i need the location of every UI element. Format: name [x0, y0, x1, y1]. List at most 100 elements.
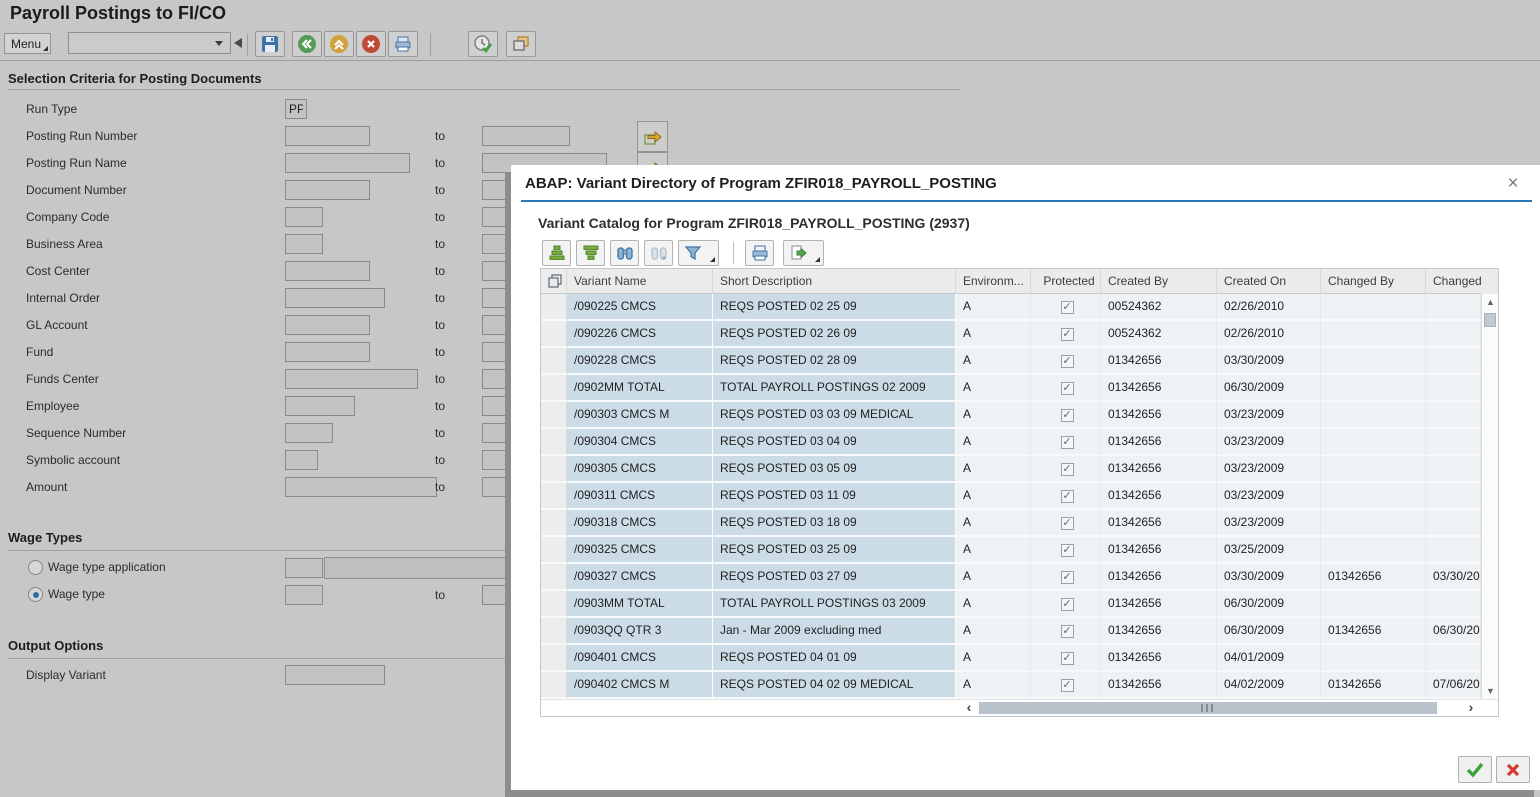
dialog-close-icon[interactable]: × — [1501, 172, 1525, 196]
dialog-print-button[interactable] — [745, 240, 774, 266]
table-row[interactable]: /090327 CMCS REQS POSTED 03 27 09 A 0134… — [541, 564, 1498, 591]
back-button[interactable] — [292, 31, 322, 57]
select-all-header-cell[interactable] — [541, 269, 567, 294]
dialog-cancel-button[interactable] — [1496, 756, 1530, 783]
field-input-business_area[interactable] — [285, 234, 323, 254]
column-header-prot[interactable]: Protected — [1031, 269, 1101, 294]
scroll-down-icon[interactable]: ▼ — [1483, 684, 1498, 698]
execute-check-button[interactable] — [468, 31, 498, 57]
row-selector-cell[interactable] — [541, 348, 567, 375]
field-input-symbolic_account[interactable] — [285, 450, 318, 470]
scroll-right-icon[interactable]: › — [1463, 700, 1479, 716]
wage-type-from-input[interactable] — [285, 585, 323, 605]
cancel-button[interactable] — [356, 31, 386, 57]
table-row[interactable]: /090225 CMCS REQS POSTED 02 25 09 A 0052… — [541, 294, 1498, 321]
protected-checkbox[interactable] — [1061, 652, 1074, 665]
collapse-toolbar-icon[interactable] — [234, 38, 242, 48]
table-row[interactable]: /090228 CMCS REQS POSTED 02 28 09 A 0134… — [541, 348, 1498, 375]
field-input-sequence_number[interactable] — [285, 423, 333, 443]
row-selector-cell[interactable] — [541, 429, 567, 456]
row-selector-cell[interactable] — [541, 591, 567, 618]
command-combobox[interactable] — [68, 32, 231, 54]
row-selector-cell[interactable] — [541, 321, 567, 348]
radio-wage-type-application[interactable] — [28, 560, 43, 575]
row-selector-cell[interactable] — [541, 483, 567, 510]
horizontal-scroll-thumb[interactable] — [979, 702, 1437, 714]
protected-checkbox[interactable] — [1061, 679, 1074, 692]
find-button[interactable] — [610, 240, 639, 266]
table-row[interactable]: /090226 CMCS REQS POSTED 02 26 09 A 0052… — [541, 321, 1498, 348]
sort-descending-button[interactable] — [576, 240, 605, 266]
protected-checkbox[interactable] — [1061, 490, 1074, 503]
new-session-button[interactable] — [506, 31, 536, 57]
table-row[interactable]: /0903MM TOTAL TOTAL PAYROLL POSTINGS 03 … — [541, 591, 1498, 618]
field-input-posting_run_name[interactable] — [285, 153, 410, 173]
table-row[interactable]: /090311 CMCS REQS POSTED 03 11 09 A 0134… — [541, 483, 1498, 510]
column-header-variant[interactable]: Variant Name — [567, 269, 713, 294]
row-selector-cell[interactable] — [541, 402, 567, 429]
row-selector-cell[interactable] — [541, 618, 567, 645]
row-selector-cell[interactable] — [541, 456, 567, 483]
display-variant-input[interactable] — [285, 665, 385, 685]
print-button[interactable] — [388, 31, 418, 57]
column-header-cby[interactable]: Created By — [1101, 269, 1217, 294]
table-row[interactable]: /090304 CMCS REQS POSTED 03 04 09 A 0134… — [541, 429, 1498, 456]
protected-checkbox[interactable] — [1061, 409, 1074, 422]
vertical-scroll-thumb[interactable] — [1484, 313, 1496, 327]
table-row[interactable]: /090325 CMCS REQS POSTED 03 25 09 A 0134… — [541, 537, 1498, 564]
field-input-posting_run_number-to[interactable] — [482, 126, 570, 146]
field-input-fund[interactable] — [285, 342, 370, 362]
column-header-desc[interactable]: Short Description — [713, 269, 956, 294]
find-next-button[interactable] — [644, 240, 673, 266]
filter-button[interactable] — [678, 240, 719, 266]
field-input-funds_center[interactable] — [285, 369, 418, 389]
field-input-gl_account[interactable] — [285, 315, 370, 335]
protected-checkbox[interactable] — [1061, 328, 1074, 341]
protected-checkbox[interactable] — [1061, 463, 1074, 476]
row-selector-cell[interactable] — [541, 645, 567, 672]
table-row[interactable]: /0903QQ QTR 3 Jan - Mar 2009 excluding m… — [541, 618, 1498, 645]
sort-ascending-button[interactable] — [542, 240, 571, 266]
row-selector-cell[interactable] — [541, 537, 567, 564]
export-button[interactable] — [783, 240, 824, 266]
horizontal-scrollbar[interactable]: ‹ › — [541, 699, 1498, 716]
table-row[interactable]: /090303 CMCS M REQS POSTED 03 03 09 MEDI… — [541, 402, 1498, 429]
field-input-run_type[interactable] — [285, 99, 307, 119]
scroll-up-icon[interactable]: ▲ — [1483, 295, 1498, 309]
row-selector-cell[interactable] — [541, 510, 567, 537]
menu-button[interactable]: Menu — [4, 33, 51, 54]
table-row[interactable]: /0902MM TOTAL TOTAL PAYROLL POSTINGS 02 … — [541, 375, 1498, 402]
protected-checkbox[interactable] — [1061, 517, 1074, 530]
field-input-employee[interactable] — [285, 396, 355, 416]
protected-checkbox[interactable] — [1061, 382, 1074, 395]
wage-type-application-input[interactable] — [285, 558, 323, 578]
column-header-env[interactable]: Environm... — [956, 269, 1031, 294]
protected-checkbox[interactable] — [1061, 625, 1074, 638]
save-button[interactable] — [255, 31, 285, 57]
row-selector-cell[interactable] — [541, 375, 567, 402]
row-selector-cell[interactable] — [541, 564, 567, 591]
table-row[interactable]: /090305 CMCS REQS POSTED 03 05 09 A 0134… — [541, 456, 1498, 483]
column-header-chon[interactable]: Changed On — [1426, 269, 1481, 294]
multiple-selection-button[interactable] — [637, 121, 668, 152]
field-input-cost_center[interactable] — [285, 261, 370, 281]
row-selector-cell[interactable] — [541, 294, 567, 321]
scroll-left-icon[interactable]: ‹ — [961, 700, 977, 716]
field-input-amount[interactable] — [285, 477, 437, 497]
field-input-company_code[interactable] — [285, 207, 323, 227]
protected-checkbox[interactable] — [1061, 571, 1074, 584]
protected-checkbox[interactable] — [1061, 355, 1074, 368]
protected-checkbox[interactable] — [1061, 544, 1074, 557]
field-input-posting_run_number[interactable] — [285, 126, 370, 146]
table-row[interactable]: /090402 CMCS M REQS POSTED 04 02 09 MEDI… — [541, 672, 1498, 699]
combobox-chevron-down-icon[interactable] — [215, 41, 223, 46]
field-input-internal_order[interactable] — [285, 288, 385, 308]
vertical-scrollbar[interactable]: ▲ ▼ — [1481, 294, 1498, 699]
radio-wage-type[interactable] — [28, 587, 43, 602]
column-header-con[interactable]: Created On — [1217, 269, 1321, 294]
column-header-chby[interactable]: Changed By — [1321, 269, 1426, 294]
protected-checkbox[interactable] — [1061, 436, 1074, 449]
exit-button[interactable] — [324, 31, 354, 57]
protected-checkbox[interactable] — [1061, 598, 1074, 611]
field-input-document_number[interactable] — [285, 180, 370, 200]
